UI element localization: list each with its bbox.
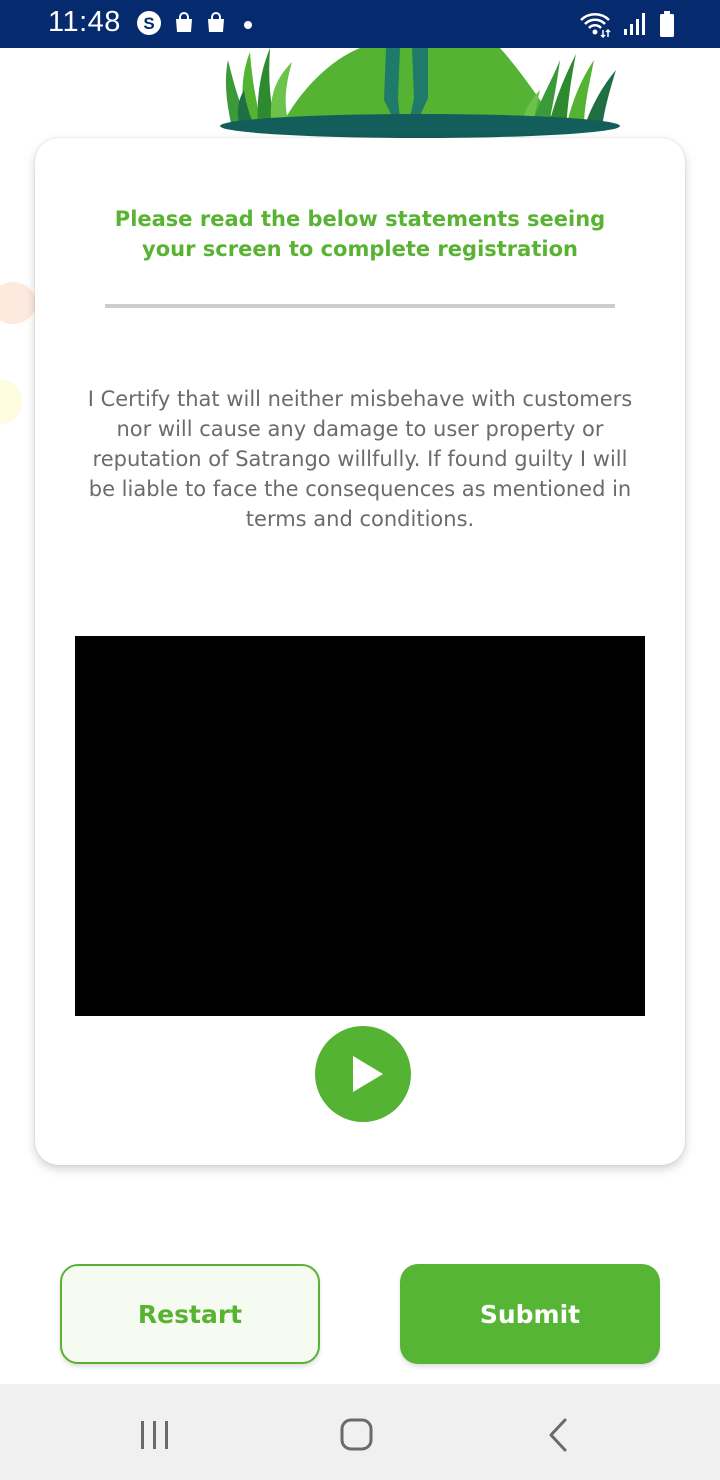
card-title: Please read the below statements seeing … (114, 207, 606, 261)
video-player[interactable] (75, 636, 645, 1016)
svg-text:S: S (143, 14, 154, 33)
status-time: 11:48 (48, 6, 121, 38)
recent-apps-button[interactable] (95, 1384, 215, 1480)
signal-icon (622, 11, 648, 41)
navigation-bar (0, 1384, 720, 1480)
submit-button[interactable]: Submit (400, 1264, 660, 1364)
back-button[interactable] (498, 1384, 618, 1480)
battery-icon (658, 10, 676, 42)
skype-icon: S (136, 10, 162, 40)
decorative-circle (0, 282, 36, 324)
shopping-bag-icon (206, 12, 226, 38)
wifi-icon (578, 10, 612, 42)
status-bar: 11:48 S (0, 0, 720, 48)
statement-card: Please read the below statements seeing … (35, 138, 685, 1165)
system-icons (578, 10, 676, 42)
notification-icons: S (136, 10, 258, 40)
restart-button[interactable]: Restart (60, 1264, 320, 1364)
decorative-circle (0, 380, 22, 424)
home-button[interactable] (296, 1384, 416, 1480)
play-button[interactable] (315, 1026, 411, 1122)
divider (105, 304, 615, 308)
dot-icon (238, 13, 258, 37)
header-illustration (0, 48, 720, 148)
shopping-bag-icon (174, 12, 194, 38)
certification-statement: I Certify that will neither misbehave wi… (87, 387, 633, 531)
